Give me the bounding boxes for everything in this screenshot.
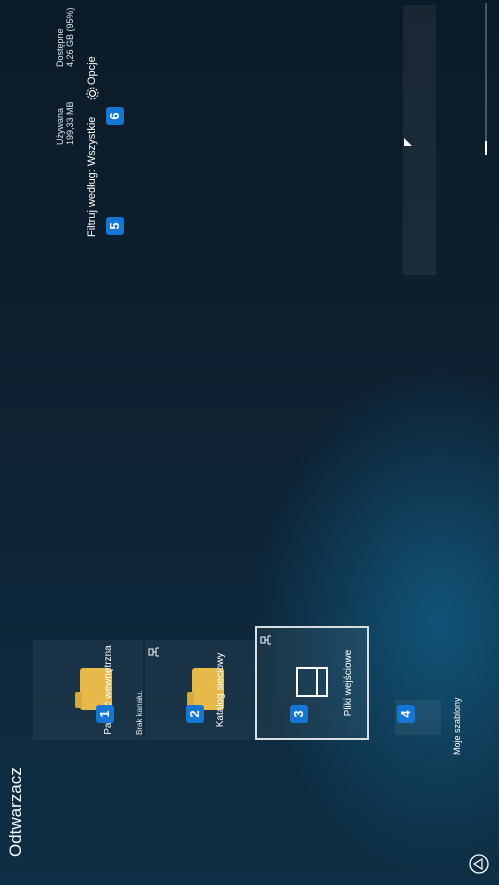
network-icon [148, 647, 159, 657]
badge-2: 2 [186, 705, 204, 723]
app-title: Odtwarzacz [6, 767, 25, 857]
network-icon [260, 635, 271, 645]
screen: Odtwarzacz Używana 199,33 MB Dostępne 4,… [0, 0, 499, 885]
badge-4: 4 [397, 705, 415, 723]
source-card-network[interactable]: Katalog sieciowy [145, 640, 255, 740]
progress-track [485, 3, 487, 155]
progress-fill [485, 141, 487, 155]
templates-label: Moje szablony [452, 697, 462, 755]
badge-1: 1 [96, 705, 114, 723]
source-card-input-label: Pliki wejściowe [343, 649, 354, 717]
storage-available-label: Dostępne [55, 28, 65, 67]
rotated-canvas: Odtwarzacz Używana 199,33 MB Dostępne 4,… [0, 0, 499, 885]
eject-icon[interactable] [468, 853, 490, 875]
storage-used-value: 199,33 MB [65, 101, 75, 145]
storage-available-value: 4,26 GB (95%) [65, 7, 75, 67]
input-source-icon [296, 667, 328, 697]
source-card-input[interactable]: Pliki wejściowe [255, 626, 369, 740]
corner-marker-icon [404, 138, 412, 146]
gear-icon [86, 87, 99, 100]
badge-3: 3 [290, 705, 308, 723]
no-channel-text: Brak kanału. [135, 690, 144, 735]
storage-used: Używana 199,33 MB [55, 85, 75, 145]
filter-button[interactable]: Filtruj według: Wszystkie [86, 117, 98, 237]
source-card-internal[interactable]: Pamięć wewnętrzna [33, 640, 143, 740]
badge-5: 5 [106, 217, 124, 235]
source-card-internal-label: Pamięć wewnętrzna [103, 645, 114, 735]
storage-available: Dostępne 4,26 GB (95%) [55, 1, 75, 67]
badge-6: 6 [106, 107, 124, 125]
options-button[interactable]: Opcje [86, 56, 98, 85]
source-card-network-label: Katalog sieciowy [215, 652, 226, 728]
storage-used-label: Używana [55, 107, 65, 145]
